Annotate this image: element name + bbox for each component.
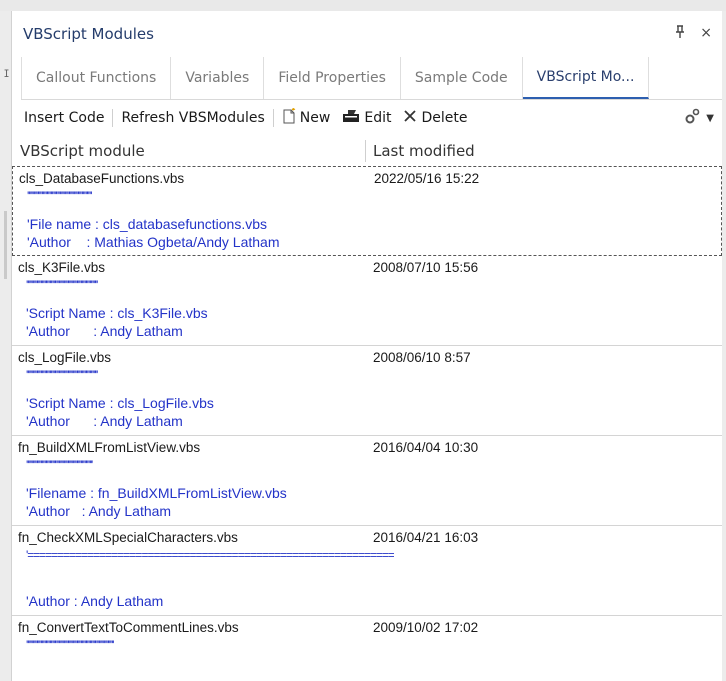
comment-line: 'Author : Andy Latham	[26, 413, 183, 429]
module-name: cls_LogFile.vbs	[18, 350, 112, 365]
module-date: 2008/07/10 15:56	[373, 260, 479, 275]
column-header-module[interactable]: VBScript module	[12, 140, 366, 162]
chevron-down-icon: ▼	[706, 112, 714, 124]
module-name: fn_ConvertTextToCommentLines.vbs	[18, 620, 239, 635]
vbscript-modules-panel: VBScript Modules × Callout Functions Var…	[12, 11, 722, 681]
module-row[interactable]: cls_LogFile.vbs 2008/06/10 8:57 ''''''''…	[12, 346, 722, 436]
panel-titlebar: VBScript Modules ×	[12, 11, 722, 57]
comment-line: 'Script Name : cls_LogFile.vbs	[26, 395, 214, 411]
left-dock-strip: ⵊ	[0, 11, 12, 681]
module-date: 2016/04/04 10:30	[373, 440, 479, 455]
new-button[interactable]: New	[276, 105, 337, 131]
module-row[interactable]: cls_K3File.vbs 2008/07/10 15:56 ''''''''…	[12, 256, 722, 346]
pin-icon[interactable]	[674, 25, 686, 43]
refresh-vbsmodules-button[interactable]: Refresh VBSModules	[115, 105, 270, 131]
tab-field-properties[interactable]: Field Properties	[264, 57, 401, 99]
module-row[interactable]: cls_DatabaseFunctions.vbs 2022/05/16 15:…	[12, 166, 722, 256]
comment-line: ''''''''''''''''''''''''''''''''''''''''…	[26, 278, 99, 292]
module-date: 2008/06/10 8:57	[373, 350, 471, 365]
module-name: cls_DatabaseFunctions.vbs	[19, 171, 185, 186]
tab-vbscript-modules[interactable]: VBScript Mo...	[522, 57, 650, 99]
comment-line: 'Author : Mathias Ogbeta/Andy Latham	[27, 234, 280, 250]
close-icon[interactable]: ×	[700, 25, 712, 43]
tab-callout-functions[interactable]: Callout Functions	[21, 57, 172, 99]
toolbar-separator	[272, 109, 274, 127]
tab-variables[interactable]: Variables	[171, 57, 265, 99]
module-list: cls_DatabaseFunctions.vbs 2022/05/16 15:…	[12, 166, 722, 681]
comment-line: ''''''''''''''''''''''''''''''''''''''''…	[26, 368, 99, 382]
column-header: VBScript module Last modified	[12, 136, 722, 166]
comment-line: '=======================================…	[26, 548, 394, 562]
module-row[interactable]: fn_ConvertTextToCommentLines.vbs 2009/10…	[12, 616, 722, 681]
comment-line: 'Author : Andy Latham	[26, 503, 172, 519]
edit-icon	[342, 109, 360, 127]
module-name: cls_K3File.vbs	[18, 260, 106, 275]
module-date: 2022/05/16 15:22	[374, 171, 480, 186]
settings-dropdown[interactable]: ▼	[684, 107, 722, 129]
comment-line: ''''''''''''''''''''''''''''''''''''''''…	[27, 189, 92, 203]
comment-line: ''''''''''''''''''''''''''''''''''''''''…	[26, 638, 114, 652]
edit-button[interactable]: Edit	[336, 105, 397, 131]
panel-title: VBScript Modules	[23, 25, 154, 43]
comment-line: ''''''''''''''''''''''''''''''''''''''''…	[26, 458, 94, 472]
insert-code-button[interactable]: Insert Code	[18, 105, 110, 131]
top-border	[0, 0, 726, 11]
tab-strip: Callout Functions Variables Field Proper…	[21, 57, 722, 100]
module-row[interactable]: fn_BuildXMLFromListView.vbs 2016/04/04 1…	[12, 436, 722, 526]
comment-line: 'Script Name : cls_K3File.vbs	[26, 305, 208, 321]
gears-icon	[684, 107, 702, 129]
toolbar-separator	[112, 109, 114, 127]
delete-x-icon	[403, 109, 417, 127]
dock-indicator-icon: ⵊ	[4, 69, 10, 80]
module-name: fn_BuildXMLFromListView.vbs	[18, 440, 201, 455]
left-scroll-stub[interactable]	[4, 211, 7, 279]
tab-sample-code[interactable]: Sample Code	[401, 57, 523, 99]
column-header-last-modified[interactable]: Last modified	[366, 142, 475, 160]
delete-button[interactable]: Delete	[397, 105, 473, 131]
comment-line: 'Author : Andy Latham	[26, 323, 183, 339]
module-date: 2009/10/02 17:02	[373, 620, 479, 635]
module-row[interactable]: fn_CheckXMLSpecialCharacters.vbs 2016/04…	[12, 526, 722, 616]
comment-line: 'Author : Andy Latham	[26, 593, 164, 609]
comment-line: 'File name : cls_databasefunctions.vbs	[27, 216, 268, 232]
comment-line: 'Filename : fn_BuildXMLFromListView.vbs	[26, 485, 287, 501]
new-file-icon	[282, 107, 296, 128]
module-name: fn_CheckXMLSpecialCharacters.vbs	[18, 530, 238, 545]
module-date: 2016/04/21 16:03	[373, 530, 479, 545]
toolbar: Insert Code Refresh VBSModules New Edit …	[12, 100, 722, 136]
